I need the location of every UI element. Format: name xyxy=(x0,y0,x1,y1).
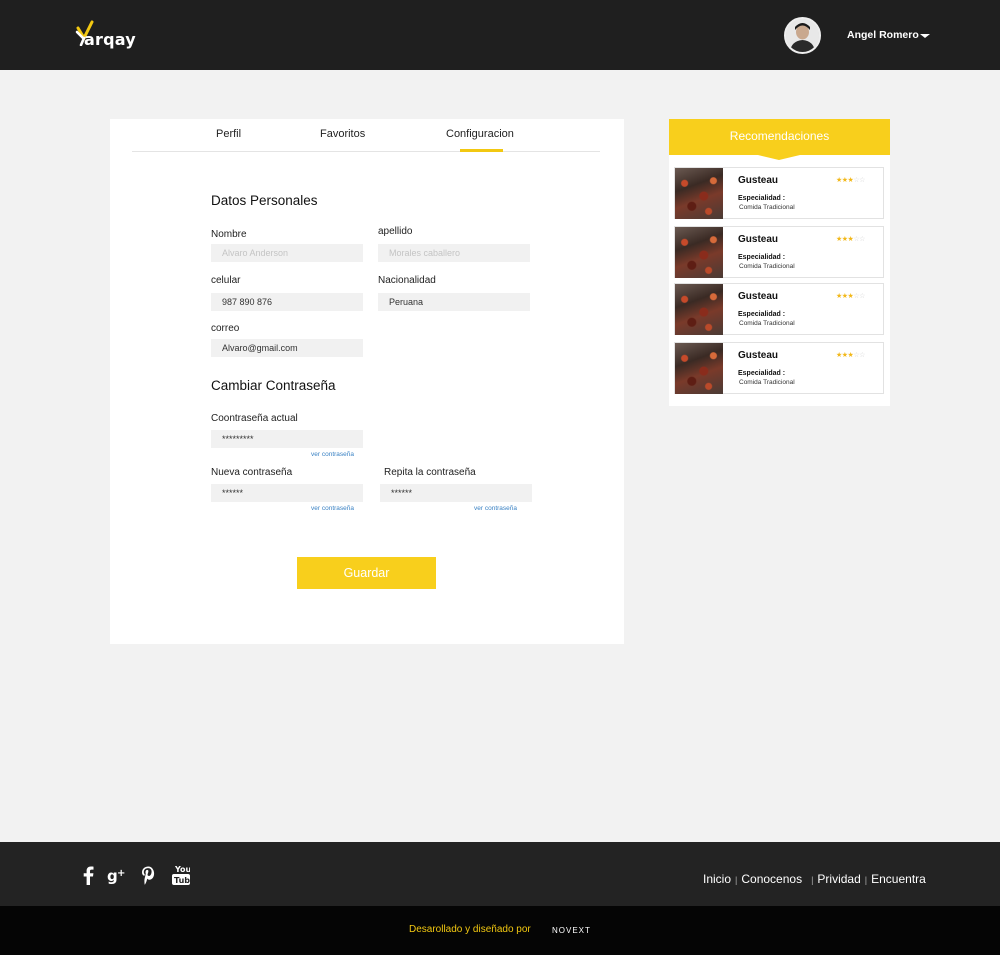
show-repeat-password-link[interactable]: ver contraseña xyxy=(474,505,517,512)
facebook-icon[interactable] xyxy=(82,866,94,885)
user-name[interactable]: Angel Romero xyxy=(847,29,919,41)
restaurant-name: Gusteau xyxy=(738,291,779,302)
repeat-password-label: Repita la contraseña xyxy=(384,467,476,478)
svg-text:You: You xyxy=(174,865,190,874)
nacionalidad-label: Nacionalidad xyxy=(378,275,436,286)
nombre-label: Nombre xyxy=(211,229,247,240)
google-plus-icon[interactable]: g + xyxy=(107,866,127,885)
svg-text:+: + xyxy=(117,868,125,879)
correo-label: correo xyxy=(211,323,240,334)
user-avatar[interactable] xyxy=(784,17,821,54)
speciality-label: Especialidad : xyxy=(738,254,786,261)
restaurant-thumbnail xyxy=(675,227,723,278)
restaurant-name: Gusteau xyxy=(738,350,779,361)
restaurant-thumbnail xyxy=(675,168,723,219)
tab-configuracion[interactable]: Configuracion xyxy=(446,128,514,140)
current-password-label: Coontraseña actual xyxy=(211,413,298,424)
credits-bar: Desarollado y diseñado por NOVEXT xyxy=(0,906,1000,955)
avatar-portrait-icon xyxy=(786,19,819,52)
new-password-label: Nueva contraseña xyxy=(211,467,293,478)
restaurant-thumbnail xyxy=(675,284,723,335)
apellido-label: apellido xyxy=(378,226,413,237)
active-tab-indicator xyxy=(460,149,503,152)
recommendation-card[interactable]: Gusteau ★★★☆☆ Especialidad : Comida Trad… xyxy=(674,167,884,219)
apellido-field[interactable]: Morales caballero xyxy=(378,244,530,262)
settings-card: Perfil Favoritos Configuracion Datos Per… xyxy=(110,119,624,644)
change-password-title: Cambiar Contraseña xyxy=(211,378,336,393)
footer-link-encuentra[interactable]: Encuentra xyxy=(871,872,926,886)
speciality-value: Comida Tradicional xyxy=(739,263,795,270)
nacionalidad-field[interactable]: Peruana xyxy=(378,293,530,311)
footer-link-inicio[interactable]: Inicio xyxy=(703,872,731,886)
celular-label: celular xyxy=(211,275,241,286)
footer-link-conocenos[interactable]: Conocenos xyxy=(741,872,802,886)
speciality-value: Comida Tradicional xyxy=(739,379,795,386)
recommendation-card[interactable]: Gusteau ★★★☆☆ Especialidad : Comida Trad… xyxy=(674,342,884,394)
nombre-field[interactable]: Alvaro Anderson xyxy=(211,244,363,262)
footer: g + You Tube Inicio|Conocenos|Prividad|E… xyxy=(0,842,1000,906)
speciality-value: Comida Tradicional xyxy=(739,320,795,327)
pinterest-icon[interactable] xyxy=(141,866,156,885)
star-rating-icon: ★★★☆☆ xyxy=(836,177,865,184)
separator: | xyxy=(811,875,814,885)
repeat-password-field[interactable]: ****** xyxy=(380,484,532,502)
caret-down-icon[interactable] xyxy=(920,34,930,38)
celular-field[interactable]: 987 890 876 xyxy=(211,293,363,311)
star-rating-icon: ★★★☆☆ xyxy=(836,352,865,359)
correo-field[interactable]: Alvaro@gmail.com xyxy=(211,339,363,357)
star-rating-icon: ★★★☆☆ xyxy=(836,236,865,243)
top-header: arqay Angel Romero xyxy=(0,0,1000,70)
speciality-label: Especialidad : xyxy=(738,311,786,318)
save-button[interactable]: Guardar xyxy=(297,557,436,589)
youtube-icon[interactable]: You Tube xyxy=(172,864,190,886)
yarqay-logo[interactable]: arqay xyxy=(75,20,137,50)
separator: | xyxy=(864,875,868,885)
show-new-password-link[interactable]: ver contraseña xyxy=(311,505,354,512)
separator: | xyxy=(735,875,738,885)
new-password-field[interactable]: ****** xyxy=(211,484,363,502)
speciality-label: Especialidad : xyxy=(738,195,786,202)
restaurant-thumbnail xyxy=(675,343,723,394)
personal-data-title: Datos Personales xyxy=(211,193,318,208)
recommendation-card[interactable]: Gusteau ★★★☆☆ Especialidad : Comida Trad… xyxy=(674,283,884,335)
header-notch xyxy=(758,155,800,160)
recommendation-card[interactable]: Gusteau ★★★☆☆ Especialidad : Comida Trad… xyxy=(674,226,884,278)
logo-text: arqay xyxy=(84,30,136,49)
recommendations-title: Recomendaciones xyxy=(669,119,890,155)
tabs-divider xyxy=(132,151,600,152)
speciality-label: Especialidad : xyxy=(738,370,786,377)
novext-brand-logo[interactable]: NOVEXT xyxy=(552,926,591,935)
tab-favoritos[interactable]: Favoritos xyxy=(320,128,365,140)
footer-nav: Inicio | Conocenos | Prividad | Encuentra xyxy=(703,872,926,886)
speciality-value: Comida Tradicional xyxy=(739,204,795,211)
star-rating-icon: ★★★☆☆ xyxy=(836,293,865,300)
show-current-password-link[interactable]: ver contraseña xyxy=(311,451,354,458)
credit-text: Desarollado y diseñado por xyxy=(409,924,531,935)
restaurant-name: Gusteau xyxy=(738,175,779,186)
tab-perfil[interactable]: Perfil xyxy=(216,128,241,140)
restaurant-name: Gusteau xyxy=(738,234,779,245)
current-password-field[interactable]: ********* xyxy=(211,430,363,448)
recommendations-panel: Recomendaciones Gusteau ★★★☆☆ Especialid… xyxy=(669,119,890,406)
svg-text:Tube: Tube xyxy=(174,876,190,885)
footer-link-privacidad[interactable]: Prividad xyxy=(817,872,860,886)
